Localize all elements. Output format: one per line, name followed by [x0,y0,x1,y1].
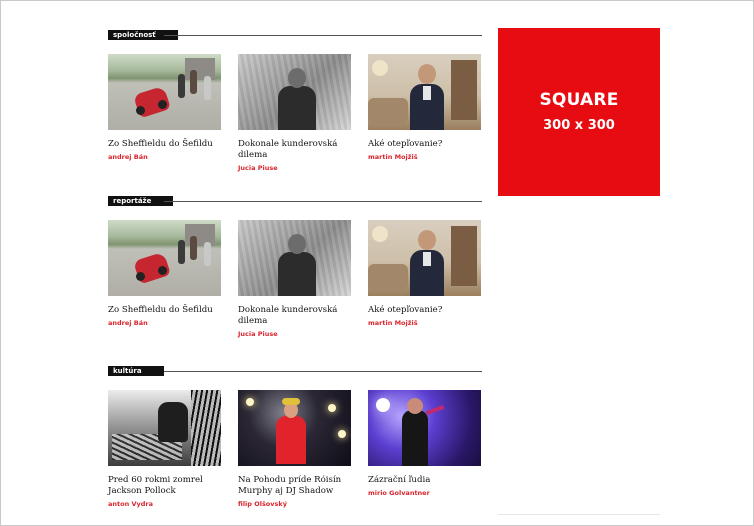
article-card[interactable]: Zo Sheffieldu do Šefildu andrej Bán [108,54,221,161]
section-label[interactable]: kultúra [108,366,164,376]
sidebar-divider [498,514,660,515]
article-title[interactable]: Zázrační ľudia [368,475,481,486]
section-spolocnost: spoločnosť Zo Sheffieldu do Šefildu andr… [108,30,482,174]
article-author[interactable]: anton Vydra [108,500,221,508]
article-title[interactable]: Dokonale kunderovská dilema [238,139,351,161]
section-rule [164,35,482,36]
section-header: kultúra [108,366,482,376]
article-title[interactable]: Aké otepľovanie? [368,305,481,316]
article-author[interactable]: andrej Bán [108,153,221,161]
square-ad-banner[interactable]: SQUARE 300 x 300 [498,28,660,196]
article-title[interactable]: Zo Sheffieldu do Šefildu [108,139,221,150]
article-card[interactable]: Zo Sheffieldu do Šefildu andrej Bán [108,220,221,327]
section-header: reportáže [108,196,482,206]
article-card[interactable]: Aké otepľovanie? martin Mojžiš [368,54,481,161]
article-card[interactable]: Na Pohodu príde Róisín Murphy aj DJ Shad… [238,390,351,508]
article-card[interactable]: Dokonale kunderovská dilema Jucia Piuse [238,220,351,338]
section-reportaze: reportáže Zo Sheffieldu do Šefildu andre… [108,196,482,340]
article-author[interactable]: filip Olšovský [238,500,351,508]
article-title[interactable]: Aké otepľovanie? [368,139,481,150]
article-card[interactable]: Aké otepľovanie? martin Mojžiš [368,220,481,327]
stage-performer-photo[interactable] [238,390,351,466]
section-rule [164,201,482,202]
ad-size: 300 x 300 [543,118,615,133]
article-title[interactable]: Dokonale kunderovská dilema [238,305,351,327]
article-title[interactable]: Na Pohodu príde Róisín Murphy aj DJ Shad… [238,475,351,497]
section-rule [164,371,482,372]
office-portrait-photo[interactable] [368,54,481,130]
office-portrait-photo[interactable] [368,220,481,296]
section-header: spoločnosť [108,30,482,40]
article-author[interactable]: Jucia Piuse [238,330,351,338]
article-title[interactable]: Zo Sheffieldu do Šefildu [108,305,221,316]
article-author[interactable]: andrej Bán [108,319,221,327]
portrait-bw-photo[interactable] [238,220,351,296]
article-card[interactable]: Zázrační ľudia mirio Golvantner [368,390,481,497]
pollock-bw-photo[interactable] [108,390,221,466]
article-card[interactable]: Dokonale kunderovská dilema Jucia Piuse [238,54,351,172]
ad-title: SQUARE [539,90,619,110]
article-author[interactable]: mirio Golvantner [368,489,481,497]
concert-singer-photo[interactable] [368,390,481,466]
article-author[interactable]: martin Mojžiš [368,153,481,161]
street-car-photo[interactable] [108,220,221,296]
article-card[interactable]: Pred 60 rokmi zomrel Jackson Pollock ant… [108,390,221,508]
portrait-bw-photo[interactable] [238,54,351,130]
section-kultura: kultúra Pred 60 rokmi zomrel Jackson Pol… [108,366,482,510]
street-car-photo[interactable] [108,54,221,130]
article-title[interactable]: Pred 60 rokmi zomrel Jackson Pollock [108,475,221,497]
article-author[interactable]: martin Mojžiš [368,319,481,327]
article-author[interactable]: Jucia Piuse [238,164,351,172]
